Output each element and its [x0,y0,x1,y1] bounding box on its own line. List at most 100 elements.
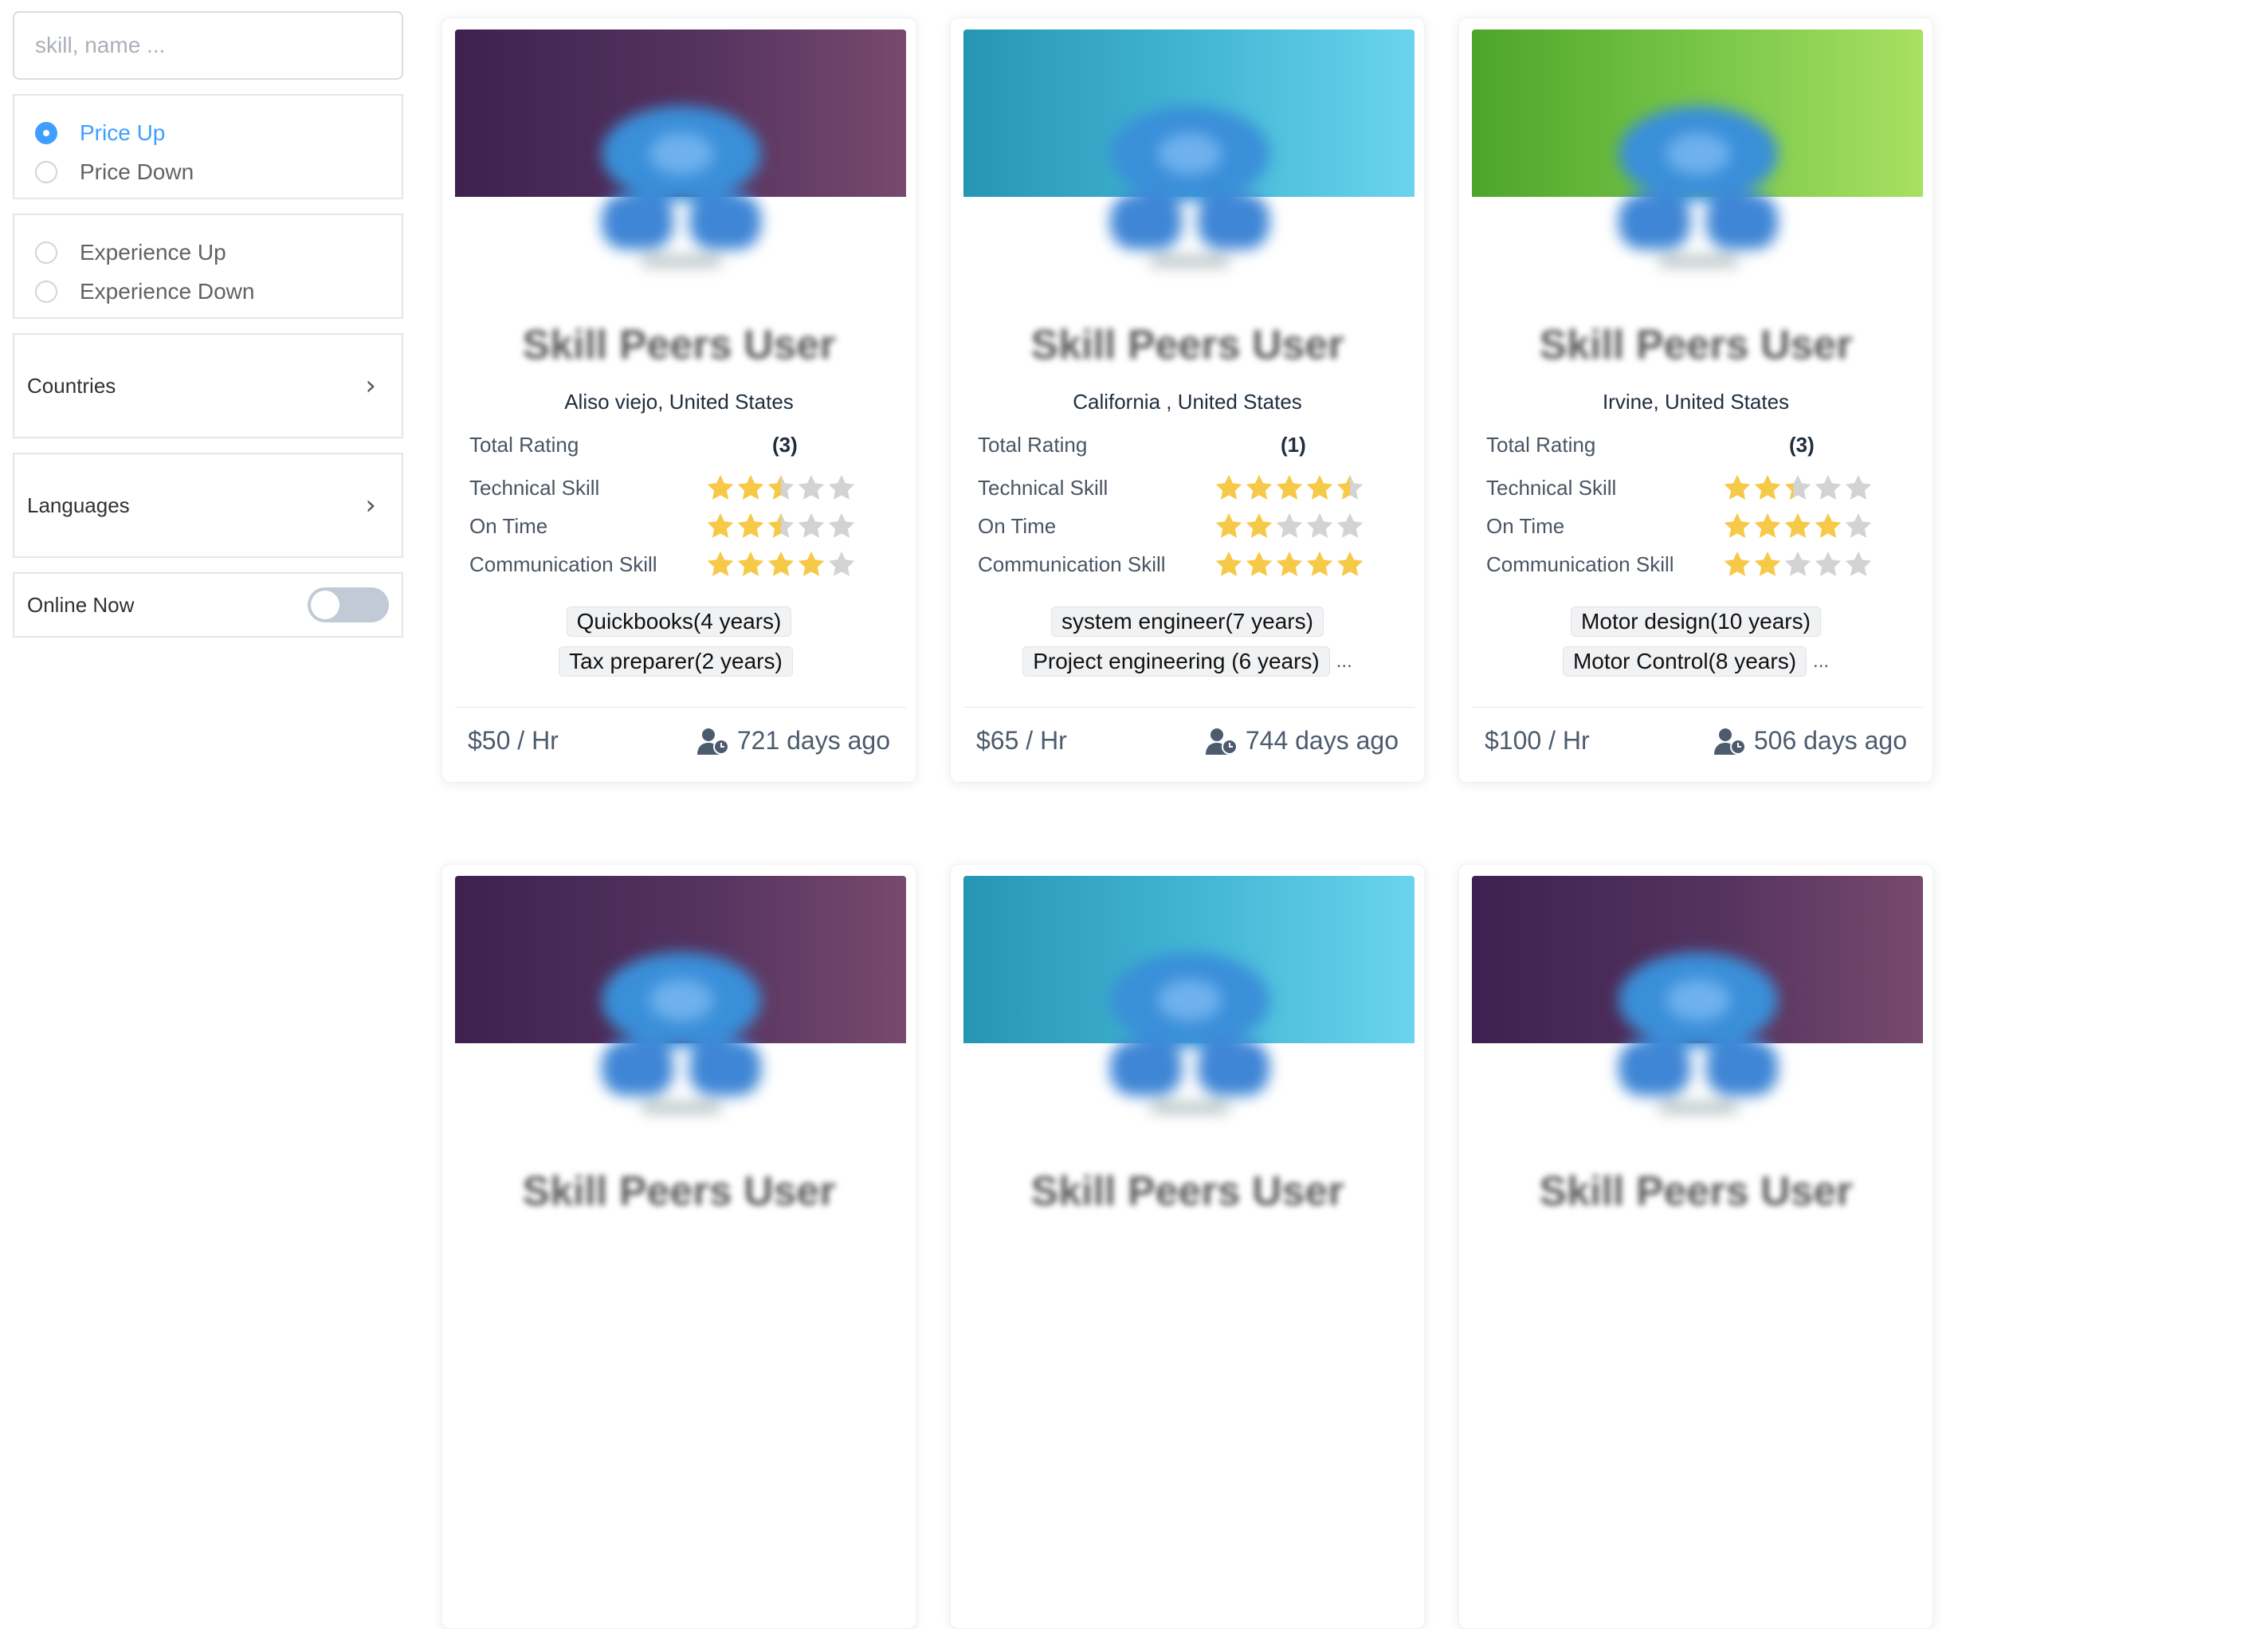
communication-skill-stars [1214,549,1365,579]
rating-star-icon [1336,512,1364,538]
user-name: Skill Peers User [522,322,836,368]
rating-star-icon [1784,512,1811,538]
price-sort-group: Price Up Price Down [13,94,403,199]
user-card[interactable]: Skill Peers User Aliso viejo, United Stat… [441,18,916,783]
skill-tags: system engineer(7 years) Project engineer… [951,602,1424,681]
total-rating-count: (1) [1281,433,1306,457]
last-active: 721 days ago [696,726,890,756]
user-card[interactable]: Skill Peers User [441,864,916,1629]
user-name: Skill Peers User [1539,322,1853,368]
communication-skill-stars [705,549,857,579]
toggle-knob [311,591,339,619]
skill-tag[interactable]: Motor Control(8 years) [1562,646,1807,677]
radio-price-down[interactable]: Price Down [35,152,402,191]
technical-skill-stars [705,473,857,503]
communication-skill-label: Communication Skill [469,552,657,576]
user-name: Skill Peers User [522,1168,836,1215]
user-clock-icon [1713,728,1746,755]
technical-skill-label: Technical Skill [1486,476,1617,500]
skill-tag[interactable]: Tax preparer(2 years) [559,646,793,677]
technical-skill-label: Technical Skill [469,476,600,500]
radio-unchecked-icon [35,241,57,264]
last-active-text: 506 days ago [1753,726,1907,755]
on-time-stars [705,511,857,541]
user-card[interactable]: Skill Peers User Irvine, United States Tot… [1458,18,1933,783]
user-name: Skill Peers User [1539,1168,1853,1215]
user-name: Skill Peers User [1030,322,1344,368]
skill-tag[interactable]: Project engineering (6 years) [1022,646,1330,677]
radio-price-up[interactable]: Price Up [35,113,402,152]
rating-star-icon [1845,512,1872,538]
last-active-text: 744 days ago [1245,726,1399,755]
rating-star-icon [1754,512,1781,538]
user-location: California , United States [1073,390,1302,414]
skillpeers-logo-icon [1619,952,1778,1112]
experience-sort-group: Experience Up Experience Down [13,214,403,319]
communication-skill-label: Communication Skill [1486,552,1674,576]
online-now-filter: Online Now [13,572,403,638]
rating-star-icon [1336,474,1364,500]
skillpeers-logo-icon [602,106,761,265]
rating-star-icon [828,512,855,538]
rating-star-icon [707,512,734,538]
user-clock-icon [1205,728,1238,755]
last-active: 744 days ago [1205,726,1399,756]
skill-tag[interactable]: Quickbooks(4 years) [566,606,792,637]
card-divider [1472,707,1923,708]
on-time-stars [1722,511,1874,541]
rating-star-icon [1246,474,1273,500]
rating-star-icon [1246,512,1273,538]
total-rating-label: Total Rating [1486,433,1596,457]
user-card[interactable]: Skill Peers User [1458,864,1933,1629]
skill-tag[interactable]: Motor design(10 years) [1571,606,1821,637]
rating-star-icon [1724,474,1751,500]
user-card[interactable]: Skill Peers User California , United Stat… [950,18,1425,783]
hourly-rate: $65 / Hr [976,726,1067,755]
rating-star-icon [1336,551,1364,576]
user-clock-icon [696,728,729,755]
rating-star-icon [737,551,764,576]
communication-skill-label: Communication Skill [978,552,1166,576]
rating-star-icon [1845,474,1872,500]
radio-experience-up[interactable]: Experience Up [35,233,402,272]
total-rating-count: (3) [772,433,798,457]
rating-star-icon [828,551,855,576]
more-tags-ellipsis: ... [1336,650,1352,672]
radio-unchecked-icon [35,160,57,183]
online-now-toggle[interactable] [308,587,389,622]
rating-star-icon [1724,512,1751,538]
skill-tag[interactable]: system engineer(7 years) [1051,606,1324,637]
search-input[interactable] [35,33,381,58]
rating-star-icon [798,474,825,500]
radio-experience-down[interactable]: Experience Down [35,272,402,311]
user-location: Aliso viejo, United States [564,390,794,414]
communication-skill-stars [1722,549,1874,579]
rating-star-icon [1276,474,1303,500]
chevron-right-icon: › [365,370,376,402]
rating-star-icon [798,512,825,538]
total-rating-count: (3) [1789,433,1815,457]
radio-checked-icon [35,121,57,144]
rating-star-icon [1246,551,1273,576]
languages-filter[interactable]: Languages › [13,453,403,558]
skillpeers-logo-icon [602,952,761,1112]
rating-star-icon [737,512,764,538]
countries-filter[interactable]: Countries › [13,333,403,438]
total-rating-label: Total Rating [469,433,579,457]
skillpeers-logo-icon [1110,106,1269,265]
more-tags-ellipsis: ... [1813,650,1830,672]
rating-star-icon [1845,551,1872,576]
rating-star-icon [1754,474,1781,500]
rating-star-icon [1815,474,1842,500]
rating-star-icon [1815,551,1842,576]
rating-star-icon [1815,512,1842,538]
skill-tags: Quickbooks(4 years) Tax preparer(2 years) [442,602,916,681]
on-time-label: On Time [1486,514,1565,538]
search-box[interactable] [13,11,403,80]
skill-tags: Motor design(10 years) Motor Control(8 ye… [1459,602,1933,681]
rating-star-icon [1784,474,1811,500]
user-card[interactable]: Skill Peers User [950,864,1425,1629]
technical-skill-label: Technical Skill [978,476,1108,500]
rating-star-icon [828,474,855,500]
rating-star-icon [1276,512,1303,538]
